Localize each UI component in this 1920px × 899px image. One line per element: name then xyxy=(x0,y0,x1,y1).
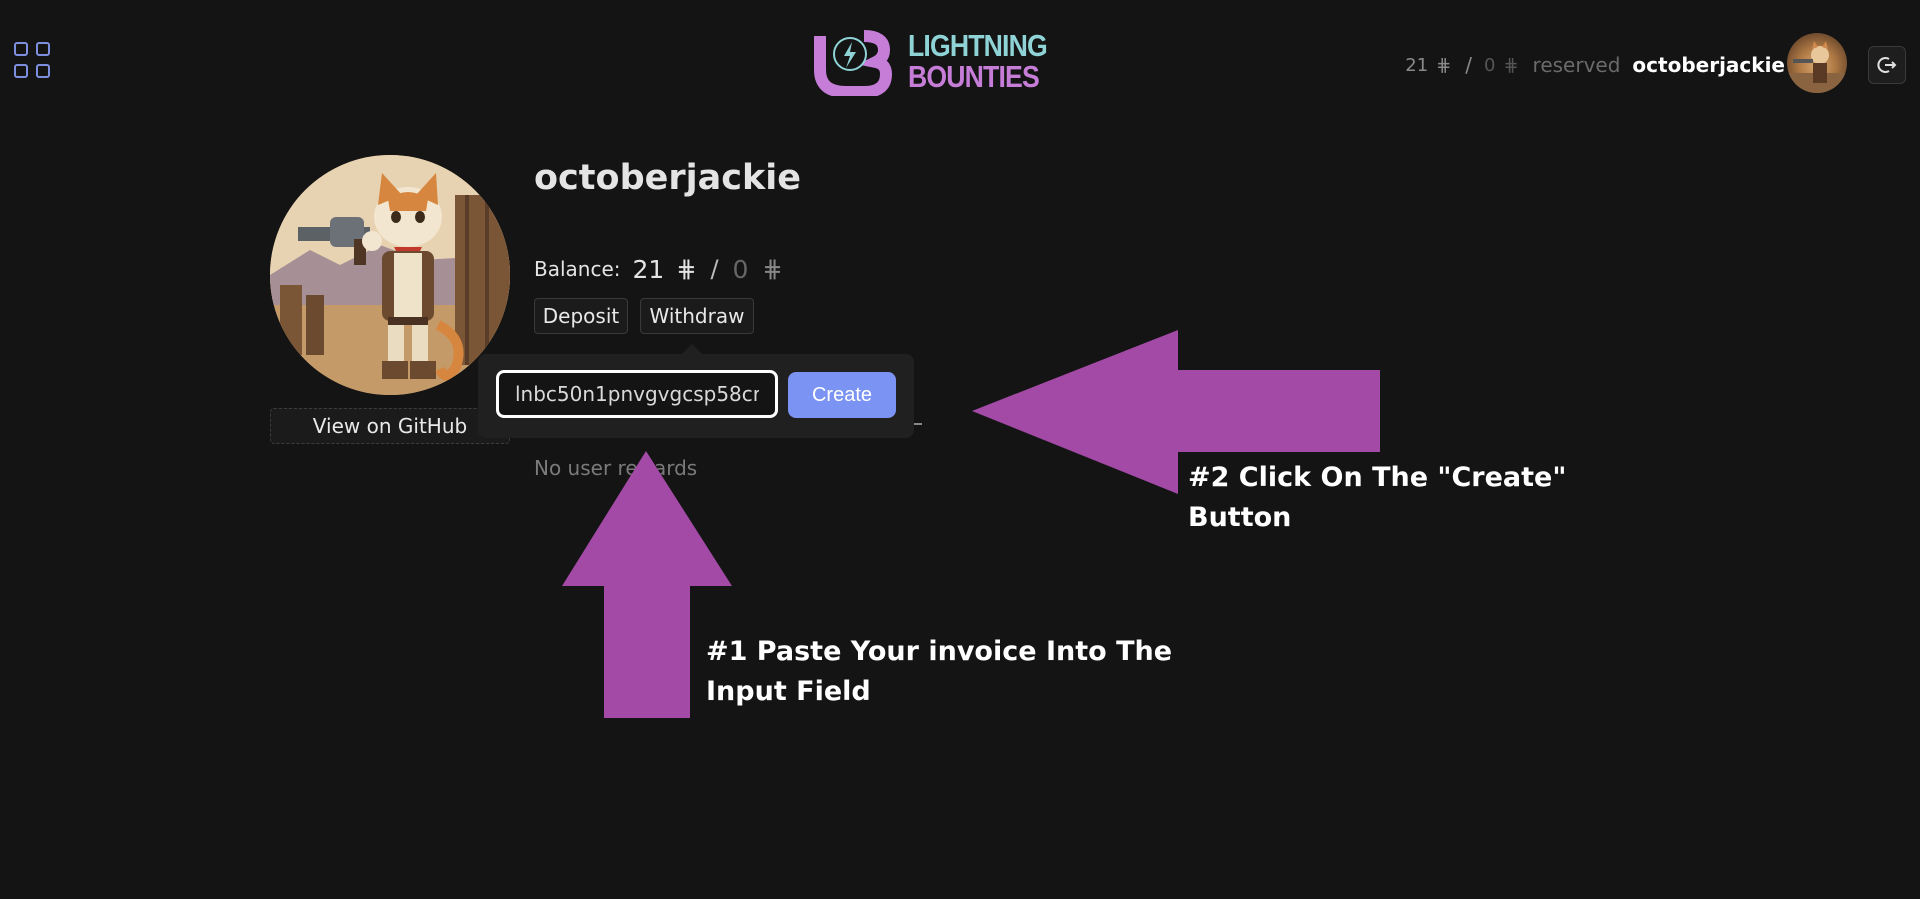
grid-cell xyxy=(36,42,50,56)
invoice-input[interactable] xyxy=(496,370,778,418)
header-reserved-amount: 0 xyxy=(1484,54,1496,76)
cat-avatar-small-icon xyxy=(1787,41,1847,93)
logo-line-2: BOUNTIES xyxy=(908,59,1040,94)
balance-label: Balance: xyxy=(534,257,621,281)
withdraw-button[interactable]: Withdraw xyxy=(640,298,754,334)
annotation-step-1-line-1: #1 Paste Your invoice Into The xyxy=(706,636,1173,667)
ub-logo-icon xyxy=(814,30,893,98)
header-avatar[interactable] xyxy=(1787,33,1847,93)
sats-icon: ⋕ xyxy=(762,255,783,283)
sats-icon: ⋕ xyxy=(1503,54,1519,76)
annotation-step-2-line-1: #2 Click On The "Create" xyxy=(1188,462,1567,493)
popover-caret xyxy=(682,344,702,354)
header-balance-bar: 21 ⋕ / 0 ⋕ reserved octoberjackie xyxy=(1405,48,1785,82)
logo-line-1: LIGHTNING xyxy=(908,28,1048,63)
annotation-step-1: #1 Paste Your invoice Into The Input Fie… xyxy=(706,632,1226,712)
annotation-step-2-line-2: Button xyxy=(1188,502,1292,533)
cowboy-cat-avatar-icon xyxy=(270,155,510,395)
header-username[interactable]: octoberjackie xyxy=(1632,53,1785,77)
lightning-bounties-logo[interactable]: LIGHTNING BOUNTIES xyxy=(812,28,1064,98)
grid-cell xyxy=(36,64,50,78)
header-slash: / xyxy=(1465,53,1472,77)
logout-icon xyxy=(1877,57,1897,73)
no-rewards-text: No user rewards xyxy=(534,456,698,480)
balance-value: 21 xyxy=(632,254,665,284)
header-reserved-label: reserved xyxy=(1532,53,1621,77)
grid-cell xyxy=(14,64,28,78)
view-on-github-button[interactable]: View on GitHub xyxy=(270,408,510,444)
header-balance: 21 xyxy=(1405,54,1429,76)
profile-avatar xyxy=(270,155,510,395)
create-button[interactable]: Create xyxy=(788,372,896,418)
annotation-arrows xyxy=(562,330,1380,718)
logo-wordmark: LIGHTNING BOUNTIES xyxy=(908,28,1048,94)
annotation-step-1-line-2: Input Field xyxy=(706,676,871,707)
apps-menu-icon[interactable] xyxy=(14,42,52,80)
balance-slash: / xyxy=(710,255,719,283)
sats-icon: ⋕ xyxy=(676,255,697,283)
sats-icon: ⋕ xyxy=(1436,54,1452,76)
balance-reserved: 0 xyxy=(732,254,749,284)
annotation-step-2: #2 Click On The "Create" Button xyxy=(1188,458,1628,538)
grid-cell xyxy=(14,42,28,56)
deposit-button[interactable]: Deposit xyxy=(534,298,628,334)
logout-button[interactable] xyxy=(1868,46,1906,84)
profile-username: octoberjackie xyxy=(534,158,801,198)
profile-balance: Balance: 21 ⋕ / 0 ⋕ xyxy=(534,252,783,286)
